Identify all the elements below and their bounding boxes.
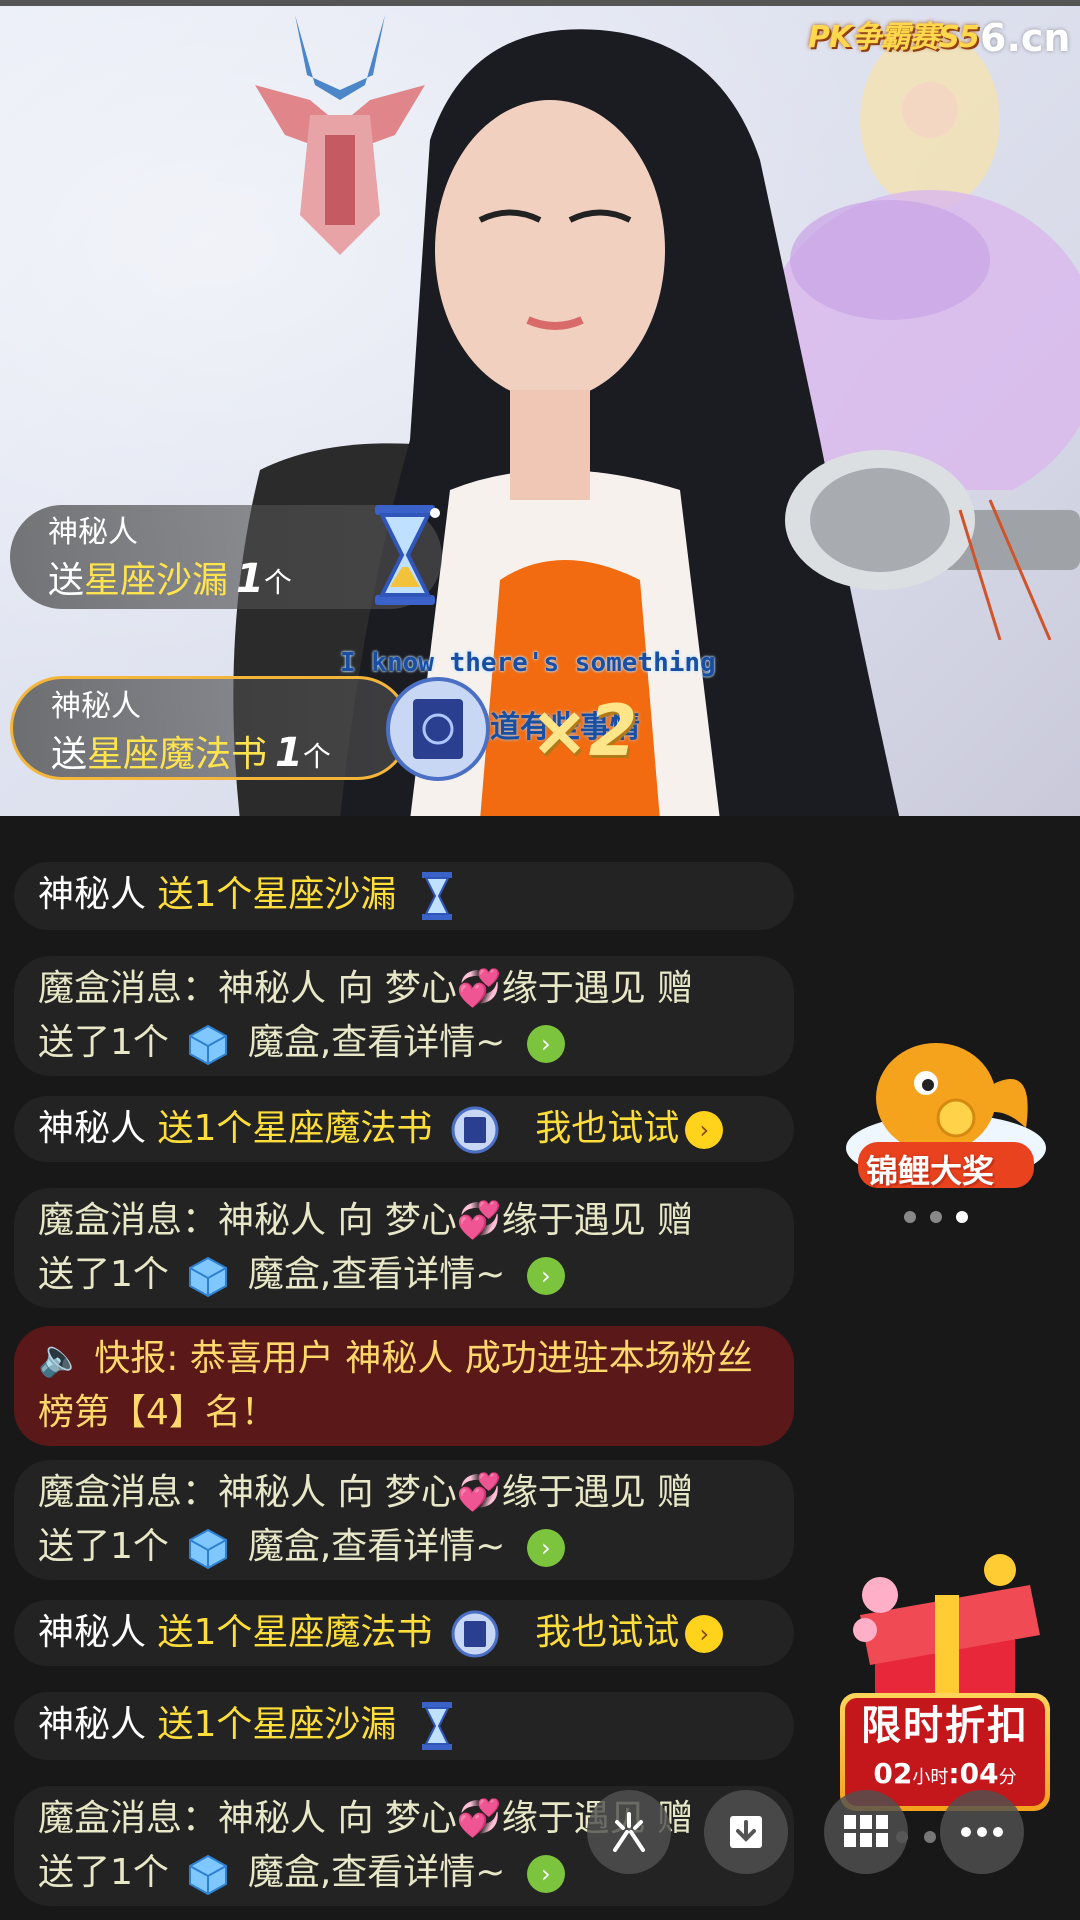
view-details-arrow-icon[interactable]: › [526,1855,565,1893]
gift-count: 1 [236,556,264,602]
pager-dot [904,1211,916,1223]
box-message-suffix: 缘于遇见 赠 [501,1472,694,1513]
pager-dot [924,1831,936,1843]
hourglass-icon [375,505,440,605]
magic-book-icon [451,1610,499,1658]
box-message-line2b: 魔盒,查看详情~ [247,1022,506,1063]
try-too-link[interactable]: 我也试试 [535,1612,679,1653]
chat-message[interactable]: 神秘人 送1个星座沙漏 [14,862,794,930]
try-too-arrow-icon[interactable]: › [685,1615,724,1653]
gift-unit: 个 [263,566,292,599]
download-button[interactable] [704,1790,788,1874]
download-icon [730,1816,762,1848]
chat-user: 神秘人 [38,1612,147,1653]
chat-text: 送1个星座沙漏 [157,1704,397,1745]
apps-grid-button[interactable] [824,1790,908,1874]
chat-message[interactable]: 神秘人 送1个星座魔法书 我也试试 › [14,1600,794,1666]
gift-name: 星座魔法书 [87,734,268,775]
hours-unit: 小时 [912,1767,949,1788]
gift-name: 星座沙漏 [84,560,229,601]
box-message-prefix: 魔盒消息：神秘人 向 梦心 [38,968,457,1009]
chat-text: 送1个星座魔法书 [157,1108,433,1149]
chat-text: 送1个星座沙漏 [157,874,397,915]
countdown-minutes: 04 [959,1757,999,1790]
minutes-unit: 分 [998,1767,1017,1788]
box-message-line2a: 送了1个 [38,1526,169,1567]
microphone [785,450,1080,640]
speaker-icon: 🔈 [38,1338,83,1379]
box-message-line2b: 魔盒,查看详情~ [247,1254,506,1295]
box-message-line2a: 送了1个 [38,1254,169,1295]
gift-count: 1 [275,730,303,776]
status-strip [0,0,1080,6]
more-dots-icon [961,1827,1003,1837]
try-too-link[interactable]: 我也试试 [535,1108,679,1149]
limited-discount-title: 限时折扣 [861,1703,1029,1749]
box-message-suffix: 缘于遇见 赠 [501,1200,694,1241]
box-message-line2a: 送了1个 [38,1852,169,1893]
koi-prize-label[interactable]: 锦鲤大奖 [866,1146,994,1192]
gift-popup: 神秘人 送星座沙漏 1个 [10,505,442,609]
magic-book-icon [386,677,490,781]
chat-message[interactable]: 魔盒消息：神秘人 向 梦心💞缘于遇见 赠 送了1个 魔盒,查看详情~ › [14,1188,794,1308]
chat-user: 神秘人 [38,874,147,915]
notice-text: 快报: 恭喜用户 神秘人 成功进驻本场粉丝榜第【4】名！ [38,1338,753,1433]
chat-message[interactable]: 魔盒消息：神秘人 向 梦心💞缘于遇见 赠 送了1个 魔盒,查看详情~ › [14,1786,794,1906]
magic-box-icon [189,1256,228,1298]
chat-text: 送1个星座魔法书 [157,1612,433,1653]
chat-message[interactable]: 魔盒消息：神秘人 向 梦心💞缘于遇见 赠 送了1个 魔盒,查看详情~ › [14,956,794,1076]
magic-box-icon [189,1528,228,1570]
hourglass-icon [421,1702,452,1750]
send-label: 送 [48,560,85,601]
magic-box-icon [189,1024,228,1066]
heart-icon: 💞 [456,1798,502,1839]
chat-message[interactable]: 神秘人 送1个星座魔法书 我也试试 › [14,1096,794,1162]
pager-dot-active [956,1211,968,1223]
magic-box-icon [189,1854,228,1896]
send-label: 送 [51,734,88,775]
heart-icon: 💞 [456,968,502,1009]
countdown-hours: 02 [873,1757,913,1790]
event-logo: PK争霸赛S5 [808,20,980,55]
gift-sender: 神秘人 [48,515,138,550]
banner-pager-dots [904,1208,982,1227]
hourglass-icon [421,872,452,920]
box-message-line2b: 魔盒,查看详情~ [247,1526,506,1567]
heart-icon: 💞 [456,1200,502,1241]
box-message-prefix: 魔盒消息：神秘人 向 梦心 [38,1472,457,1513]
pager-dot [930,1211,942,1223]
gift-popup: 神秘人 送星座魔法书 1个 [10,676,490,781]
sparkle-button[interactable] [587,1790,671,1874]
box-message-prefix: 魔盒消息：神秘人 向 梦心 [38,1798,457,1839]
more-button[interactable] [940,1790,1024,1874]
heart-icon: 💞 [456,1472,502,1513]
sparkle-icon [613,1812,645,1852]
chat-message[interactable]: 魔盒消息：神秘人 向 梦心💞缘于遇见 赠 送了1个 魔盒,查看详情~ › [14,1460,794,1580]
chat-user: 神秘人 [38,1108,147,1149]
chat-user: 神秘人 [38,1704,147,1745]
box-message-line2a: 送了1个 [38,1022,169,1063]
try-too-arrow-icon[interactable]: › [685,1111,724,1149]
view-details-arrow-icon[interactable]: › [526,1529,565,1567]
magic-book-icon [451,1106,499,1154]
grid-icon [844,1815,888,1847]
site-logo: 6.cn [980,16,1071,60]
fan-rank-notice: 🔈 快报: 恭喜用户 神秘人 成功进驻本场粉丝榜第【4】名！ [14,1326,794,1446]
gift-combo-count: ×2 [530,690,638,772]
gift-description: 送星座沙漏 1个 [48,557,292,605]
box-message-prefix: 魔盒消息：神秘人 向 梦心 [38,1200,457,1241]
live-video[interactable]: PK争霸赛S5 6.cn I know there's something 知道… [0,0,1080,816]
view-details-arrow-icon[interactable]: › [526,1025,565,1063]
box-message-suffix: 缘于遇见 赠 [501,968,694,1009]
gift-description: 送星座魔法书 1个 [51,731,331,779]
gift-sender: 神秘人 [51,689,141,724]
view-details-arrow-icon[interactable]: › [526,1257,565,1295]
box-message-line2b: 魔盒,查看详情~ [247,1852,506,1893]
chat-message[interactable]: 神秘人 送1个星座沙漏 [14,1692,794,1760]
gift-unit: 个 [302,740,331,773]
